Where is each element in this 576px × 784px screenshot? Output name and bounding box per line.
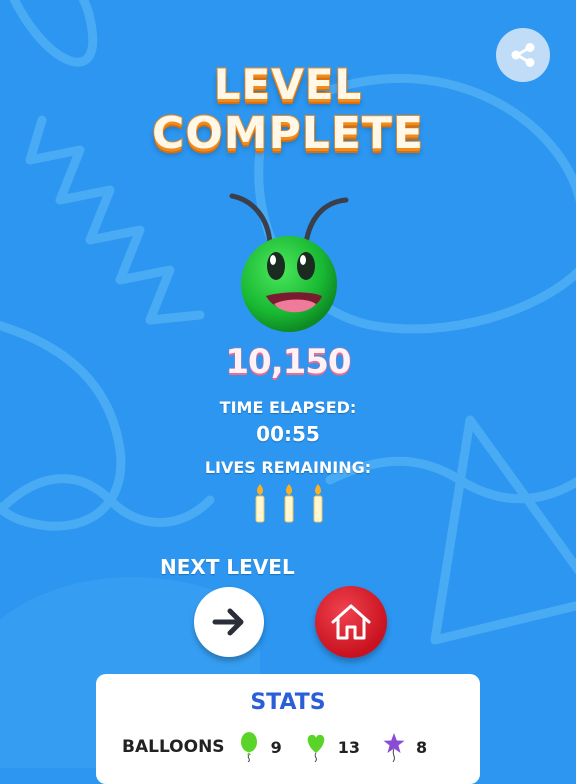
- balloons-label: BALLOONS: [122, 737, 225, 757]
- green-balloon-icon: [240, 732, 257, 762]
- score-value: 10,150: [225, 342, 351, 382]
- next-level-label: NEXT LEVEL: [160, 555, 295, 579]
- stat-value: 8: [415, 737, 428, 757]
- stat-value: 9: [270, 737, 282, 757]
- home-icon: [331, 604, 371, 640]
- time-elapsed-label: TIME ELAPSED:: [219, 398, 357, 417]
- arrow-right-icon: [212, 608, 244, 636]
- lives-indicator: [252, 482, 326, 526]
- title-complete: COMPLETE: [151, 107, 424, 160]
- alien-character-icon: [229, 193, 349, 332]
- candle-life-icon: [255, 484, 265, 523]
- purple-star-balloon-icon: [383, 733, 405, 762]
- stats-title: STATS: [250, 690, 326, 715]
- balloons-stats-row: BALLOONS 9 13 8: [122, 732, 449, 762]
- candle-life-icon: [284, 484, 294, 523]
- lives-remaining-label: LIVES REMAINING:: [204, 458, 372, 477]
- title-level: LEVEL: [213, 59, 363, 110]
- candle-life-icon: [313, 484, 323, 523]
- green-heart-balloon-icon: [307, 734, 324, 762]
- stat-value: 13: [337, 737, 360, 757]
- time-elapsed-value: 00:55: [256, 422, 320, 446]
- next-level-button[interactable]: [194, 587, 264, 657]
- home-button[interactable]: [315, 586, 387, 658]
